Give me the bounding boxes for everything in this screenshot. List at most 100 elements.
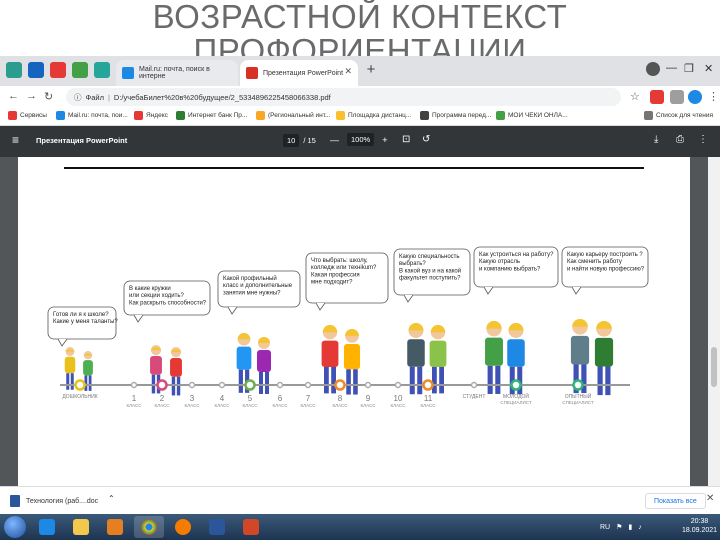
bookmark-mail[interactable]: Mail.ru: почта, пои...: [56, 111, 128, 120]
bookmark-apps[interactable]: Сервисы: [8, 111, 47, 120]
bubble-line: занятия мне нужны?: [223, 290, 281, 296]
zoom-out-button[interactable]: —: [330, 135, 339, 145]
bubble-line: класс и дополнительные: [223, 283, 293, 289]
pinned-tab-icon[interactable]: [72, 62, 88, 78]
bubble-line: Какая профессия: [311, 272, 360, 278]
pinned-tab-icon[interactable]: [6, 62, 22, 78]
bookmark-star-icon[interactable]: ☆: [630, 90, 640, 103]
new-tab-button[interactable]: +: [362, 62, 380, 80]
zoom-in-button[interactable]: +: [382, 135, 387, 145]
taskbar-firefox[interactable]: [168, 516, 198, 538]
leg: [487, 365, 493, 394]
taskbar-powerpoint[interactable]: [236, 516, 266, 538]
back-arrow-icon[interactable]: ←: [8, 90, 19, 102]
timeline-dot: [244, 379, 256, 391]
vertical-scrollbar[interactable]: [708, 157, 720, 486]
bubble-line: Какую специальность: [399, 254, 460, 260]
tab-presentation[interactable]: Презентация PowerPoint ✕: [240, 60, 358, 86]
timeline-label: 8: [338, 394, 343, 403]
taskbar-chrome[interactable]: [134, 516, 164, 538]
download-icon[interactable]: ⤓: [654, 134, 658, 145]
timeline-sublabel: КЛАСС: [391, 403, 407, 408]
timeline-sublabel: КЛАСС: [243, 403, 259, 408]
zoom-level[interactable]: 100%: [347, 133, 375, 146]
bookmark-bank[interactable]: Интернет банк Пр...: [176, 111, 247, 120]
pinned-tab-icon[interactable]: [50, 62, 66, 78]
taskbar-word[interactable]: [202, 516, 232, 538]
close-window-button[interactable]: ✕: [704, 62, 713, 75]
bookmarks-bar: Сервисы Mail.ru: почта, пои... Яндекс Ин…: [0, 108, 720, 126]
leg: [353, 369, 358, 395]
more-options-icon[interactable]: ⋮: [698, 134, 708, 145]
scrollbar-thumb[interactable]: [711, 347, 717, 387]
bookmark-regional[interactable]: (Региональный инт...: [256, 111, 330, 120]
reload-icon[interactable]: ↻: [44, 90, 53, 103]
bubble-line: мне подходит?: [311, 280, 353, 286]
close-icon[interactable]: ✕: [706, 493, 714, 504]
pinned-tab-icon[interactable]: [28, 62, 44, 78]
close-tab-icon[interactable]: ✕: [344, 66, 352, 77]
taskbar-explorer[interactable]: [66, 516, 96, 538]
bookmark-checks[interactable]: МОИ ЧЕКИ ОНЛА...: [496, 111, 568, 120]
timeline-dot: [394, 381, 402, 389]
chrome-icon: [141, 519, 157, 535]
page-indicator: 10 / 15: [283, 134, 316, 147]
timeline-dot: [470, 381, 478, 389]
language-indicator[interactable]: RU: [600, 524, 610, 531]
speech-bubble: Какой профильный класс и дополнительные за…: [217, 270, 301, 315]
minimize-button[interactable]: —: [666, 62, 677, 74]
forward-arrow-icon[interactable]: →: [26, 90, 37, 102]
rotate-icon[interactable]: ↺: [422, 134, 430, 145]
fit-page-icon[interactable]: ⊡: [402, 134, 410, 145]
file-scheme-label: Файл: [85, 92, 104, 102]
person-figure: [64, 347, 76, 390]
taskbar-media[interactable]: [100, 516, 130, 538]
chevron-up-icon[interactable]: ⌃: [108, 494, 115, 503]
profile-avatar[interactable]: [646, 62, 660, 76]
timeline-label: 11: [424, 394, 433, 403]
head: [83, 351, 93, 360]
pdf-icon: [246, 67, 258, 79]
clock[interactable]: 20:38 18.09.2021: [682, 517, 717, 535]
bookmark-program[interactable]: Программа перед...: [420, 111, 491, 120]
tab-mail[interactable]: Mail.ru: почта, поиск в интерне: [116, 60, 238, 86]
pinned-tab-icon[interactable]: [94, 62, 110, 78]
flag-icon[interactable]: ⚑: [616, 523, 622, 531]
reading-list[interactable]: Список для чтения: [644, 111, 713, 120]
timeline-sublabel: КЛАСС: [185, 403, 201, 408]
leg: [171, 376, 176, 396]
extension-icon[interactable]: [650, 90, 664, 104]
extension-icon[interactable]: [670, 90, 684, 104]
timeline-dot: [218, 381, 226, 389]
timeline-dot: [510, 379, 522, 391]
speech-bubble: Какую карьеру построить ? Как сменить раб…: [561, 246, 649, 295]
network-icon[interactable]: ▮: [628, 523, 632, 531]
timeline-dot: [334, 379, 346, 391]
torso: [83, 360, 93, 376]
bookmark-platform[interactable]: Площадка дистанц...: [336, 111, 411, 120]
mail-icon: [122, 67, 134, 79]
taskbar-ie[interactable]: [32, 516, 62, 538]
hamburger-menu-icon[interactable]: ≡: [12, 134, 22, 146]
bubble-tail: [403, 294, 414, 303]
url-field[interactable]: ⓘ Файл | D:/учебаБилет%20в%20будущее/2_5…: [66, 88, 621, 106]
volume-icon[interactable]: ♪: [638, 524, 642, 531]
speech-bubble: Как устроиться на работу? Какую отрасль и …: [473, 246, 559, 295]
maximize-button[interactable]: ❐: [684, 62, 694, 75]
print-icon[interactable]: ⎙: [676, 134, 684, 145]
torso: [321, 340, 339, 367]
download-item[interactable]: Технология (раб....doc: [10, 495, 98, 507]
menu-dots-icon[interactable]: ⋮: [708, 90, 719, 103]
timeline-dot: [364, 381, 372, 389]
slide-title-line-1: ВОЗРАСТНОЙ КОНТЕКСТ: [152, 0, 568, 35]
tab-label: Mail.ru: почта, поиск в интерне: [139, 66, 210, 80]
page-number-input[interactable]: 10: [283, 134, 300, 147]
profile-icon[interactable]: [688, 90, 702, 104]
career-infographic: Готов ли я к школе? Какие у меня таланты?…: [47, 167, 649, 408]
torso: [343, 343, 361, 370]
bookmark-yandex[interactable]: Яндекс: [134, 111, 168, 120]
start-button[interactable]: [4, 516, 26, 538]
info-icon: ⓘ: [74, 92, 82, 102]
windows-taskbar: RU ⚑ ▮ ♪ 20:38 18.09.2021: [0, 514, 720, 540]
show-all-button[interactable]: Показать все: [645, 493, 706, 509]
